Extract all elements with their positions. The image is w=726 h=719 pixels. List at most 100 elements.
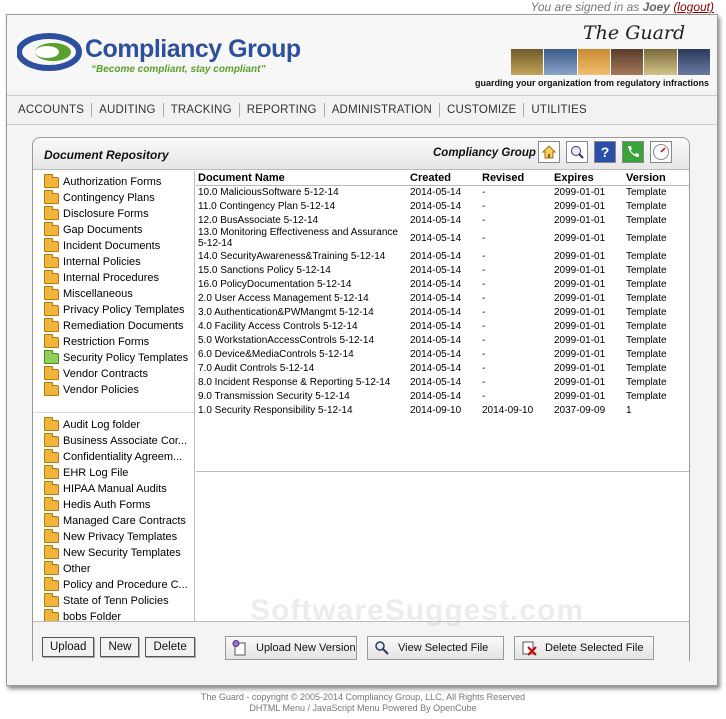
folder-icon bbox=[44, 365, 59, 380]
phone-icon[interactable] bbox=[622, 141, 644, 163]
table-row[interactable]: 7.0 Audit Controls 5-12-14 2014-05-14 - 209… bbox=[196, 361, 689, 375]
page-footer: The Guard - copyright © 2005-2014 Compli… bbox=[0, 692, 726, 714]
cell-revised: - bbox=[482, 390, 486, 402]
table-row[interactable]: 15.0 Sanctions Policy 5-12-14 2014-05-14 -… bbox=[196, 263, 689, 277]
column-header-created[interactable]: Created bbox=[408, 171, 480, 186]
cell-expires: 2099-01-01 bbox=[554, 200, 606, 212]
folder-item-hipaa-manual-audits[interactable]: HIPAA Manual Audits bbox=[33, 480, 194, 497]
folder-group-standard: Authorization Forms Contingency Plans Disc… bbox=[33, 171, 194, 398]
cell-created: 2014-09-10 bbox=[410, 404, 462, 416]
folder-item-internal-policies[interactable]: Internal Policies bbox=[33, 253, 194, 270]
view-selected-file-button[interactable]: View Selected File bbox=[367, 636, 504, 660]
cell-expires: 2099-01-01 bbox=[554, 186, 606, 198]
menu-customize[interactable]: CUSTOMIZE bbox=[440, 103, 525, 117]
cell-revised: - bbox=[482, 232, 486, 244]
folder-item-contingency-plans[interactable]: Contingency Plans bbox=[33, 189, 194, 206]
help-icon[interactable]: ? bbox=[594, 141, 616, 163]
folder-icon bbox=[44, 576, 59, 591]
menu-utilities[interactable]: UTILITIES bbox=[524, 103, 593, 117]
cell-document-name: 10.0 MaliciousSoftware 5-12-14 bbox=[198, 186, 339, 198]
table-row[interactable]: 2.0 User Access Management 5-12-14 2014-0… bbox=[196, 291, 689, 305]
menu-reporting[interactable]: REPORTING bbox=[240, 103, 325, 117]
folder-item-incident-documents[interactable]: Incident Documents bbox=[33, 237, 194, 254]
folder-item-hedis-auth-forms[interactable]: Hedis Auth Forms bbox=[33, 496, 194, 513]
folder-item-other[interactable]: Other bbox=[33, 560, 194, 577]
cell-version: Template bbox=[626, 348, 667, 360]
table-row[interactable]: 1.0 Security Responsibility 5-12-14 2014-… bbox=[196, 403, 689, 417]
folder-item-vendor-policies[interactable]: Vendor Policies bbox=[33, 381, 194, 398]
cell-document-name: 15.0 Sanctions Policy 5-12-14 bbox=[198, 264, 331, 276]
column-header-name[interactable]: Document Name bbox=[196, 171, 408, 186]
header: Compliancy Group “Become compliant, stay… bbox=[7, 15, 717, 89]
folder-label: Confidentiality Agreem... bbox=[63, 451, 183, 463]
folder-label: Managed Care Contracts bbox=[63, 515, 186, 527]
cell-version: Template bbox=[626, 250, 667, 262]
home-icon[interactable] bbox=[538, 141, 560, 163]
folder-item-disclosure-forms[interactable]: Disclosure Forms bbox=[33, 205, 194, 222]
table-row[interactable]: 3.0 Authentication&PWMangmt 5-12-14 2014-… bbox=[196, 305, 689, 319]
folder-item-policy-and-procedure-c[interactable]: Policy and Procedure C... bbox=[33, 576, 194, 593]
folder-icon bbox=[44, 496, 59, 511]
column-header-expires[interactable]: Expires bbox=[552, 171, 624, 186]
folder-label: Other bbox=[63, 563, 91, 575]
delete-folder-button[interactable]: Delete bbox=[145, 637, 195, 657]
folder-item-new-privacy-templates[interactable]: New Privacy Templates bbox=[33, 528, 194, 545]
folder-label: Hedis Auth Forms bbox=[63, 499, 151, 511]
folder-item-audit-log-folder[interactable]: Audit Log folder bbox=[33, 416, 194, 433]
app-frame: Compliancy Group “Become compliant, stay… bbox=[6, 14, 718, 686]
delete-selected-file-button[interactable]: Delete Selected File bbox=[514, 636, 654, 660]
cell-revised: - bbox=[482, 348, 486, 360]
cell-version: Template bbox=[626, 376, 667, 388]
table-row[interactable]: 10.0 MaliciousSoftware 5-12-14 2014-05-14… bbox=[196, 185, 689, 199]
folder-item-gap-documents[interactable]: Gap Documents bbox=[33, 221, 194, 238]
brand-name: Compliancy Group bbox=[85, 35, 301, 63]
table-row[interactable]: 13.0 Monitoring Effectiveness and Assura… bbox=[196, 227, 689, 249]
folder-icon bbox=[44, 592, 59, 607]
folder-label: Contingency Plans bbox=[63, 192, 155, 204]
new-folder-button[interactable]: New bbox=[100, 637, 140, 657]
upload-button[interactable]: Upload bbox=[42, 637, 95, 657]
folder-item-privacy-policy-templates[interactable]: Privacy Policy Templates bbox=[33, 301, 194, 318]
copyright-text: The Guard - copyright © 2005-2014 Compli… bbox=[200, 692, 526, 702]
menu-auditing[interactable]: AUDITING bbox=[92, 103, 164, 117]
folder-item-security-policy-templates[interactable]: Security Policy Templates bbox=[33, 349, 194, 366]
folder-item-business-associate-cor[interactable]: Business Associate Cor... bbox=[33, 432, 194, 449]
cell-version: 1 bbox=[626, 404, 632, 416]
column-header-revised[interactable]: Revised bbox=[480, 171, 552, 186]
folder-item-internal-procedures[interactable]: Internal Procedures bbox=[33, 269, 194, 286]
folder-icon bbox=[44, 381, 59, 396]
folder-item-restriction-forms[interactable]: Restriction Forms bbox=[33, 333, 194, 350]
menu-accounts[interactable]: ACCOUNTS bbox=[11, 103, 93, 117]
table-row[interactable]: 11.0 Contingency Plan 5-12-14 2014-05-14 -… bbox=[196, 199, 689, 213]
table-row[interactable]: 5.0 WorkstationAccessControls 5-12-14 201… bbox=[196, 333, 689, 347]
menu-administration[interactable]: ADMINISTRATION bbox=[325, 103, 441, 117]
table-row[interactable]: 4.0 Facility Access Controls 5-12-14 2014… bbox=[196, 319, 689, 333]
folder-item-ehr-log-file[interactable]: EHR Log File bbox=[33, 464, 194, 481]
column-header-version[interactable]: Version bbox=[624, 171, 689, 186]
cell-created: 2014-05-14 bbox=[410, 306, 462, 318]
folder-item-managed-care-contracts[interactable]: Managed Care Contracts bbox=[33, 512, 194, 529]
folder-item-miscellaneous[interactable]: Miscellaneous bbox=[33, 285, 194, 302]
folder-label: Vendor Contracts bbox=[63, 368, 148, 380]
cell-expires: 2099-01-01 bbox=[554, 214, 606, 226]
search-icon[interactable] bbox=[566, 141, 588, 163]
logout-link[interactable]: (logout) bbox=[673, 0, 714, 14]
gauge-icon[interactable] bbox=[650, 141, 672, 163]
table-row[interactable]: 9.0 Transmission Security 5-12-14 2014-05… bbox=[196, 389, 689, 403]
folder-item-state-of-tenn-policies[interactable]: State of Tenn Policies bbox=[33, 592, 194, 609]
folder-item-confidentiality-agreem[interactable]: Confidentiality Agreem... bbox=[33, 448, 194, 465]
folder-item-authorization-forms[interactable]: Authorization Forms bbox=[33, 173, 194, 190]
table-row[interactable]: 12.0 BusAssociate 5-12-14 2014-05-14 - 2099… bbox=[196, 213, 689, 227]
table-row[interactable]: 16.0 PolicyDocumentation 5-12-14 2014-05-… bbox=[196, 277, 689, 291]
table-row[interactable]: 6.0 Device&MediaControls 5-12-14 2014-05-… bbox=[196, 347, 689, 361]
table-row[interactable]: 8.0 Incident Response & Reporting 5-12-1… bbox=[196, 375, 689, 389]
cell-created: 2014-05-14 bbox=[410, 390, 462, 402]
upload-new-version-button[interactable]: Upload New Version bbox=[225, 636, 357, 660]
folder-item-new-security-templates[interactable]: New Security Templates bbox=[33, 544, 194, 561]
folder-label: State of Tenn Policies bbox=[63, 595, 169, 607]
table-row[interactable]: 14.0 SecurityAwareness&Training 5-12-14 2… bbox=[196, 249, 689, 263]
folder-item-remediation-documents[interactable]: Remediation Documents bbox=[33, 317, 194, 334]
menu-tracking[interactable]: TRACKING bbox=[164, 103, 240, 117]
folder-item-bobs-folder[interactable]: bobs Folder bbox=[33, 608, 194, 621]
folder-item-vendor-contracts[interactable]: Vendor Contracts bbox=[33, 365, 194, 382]
